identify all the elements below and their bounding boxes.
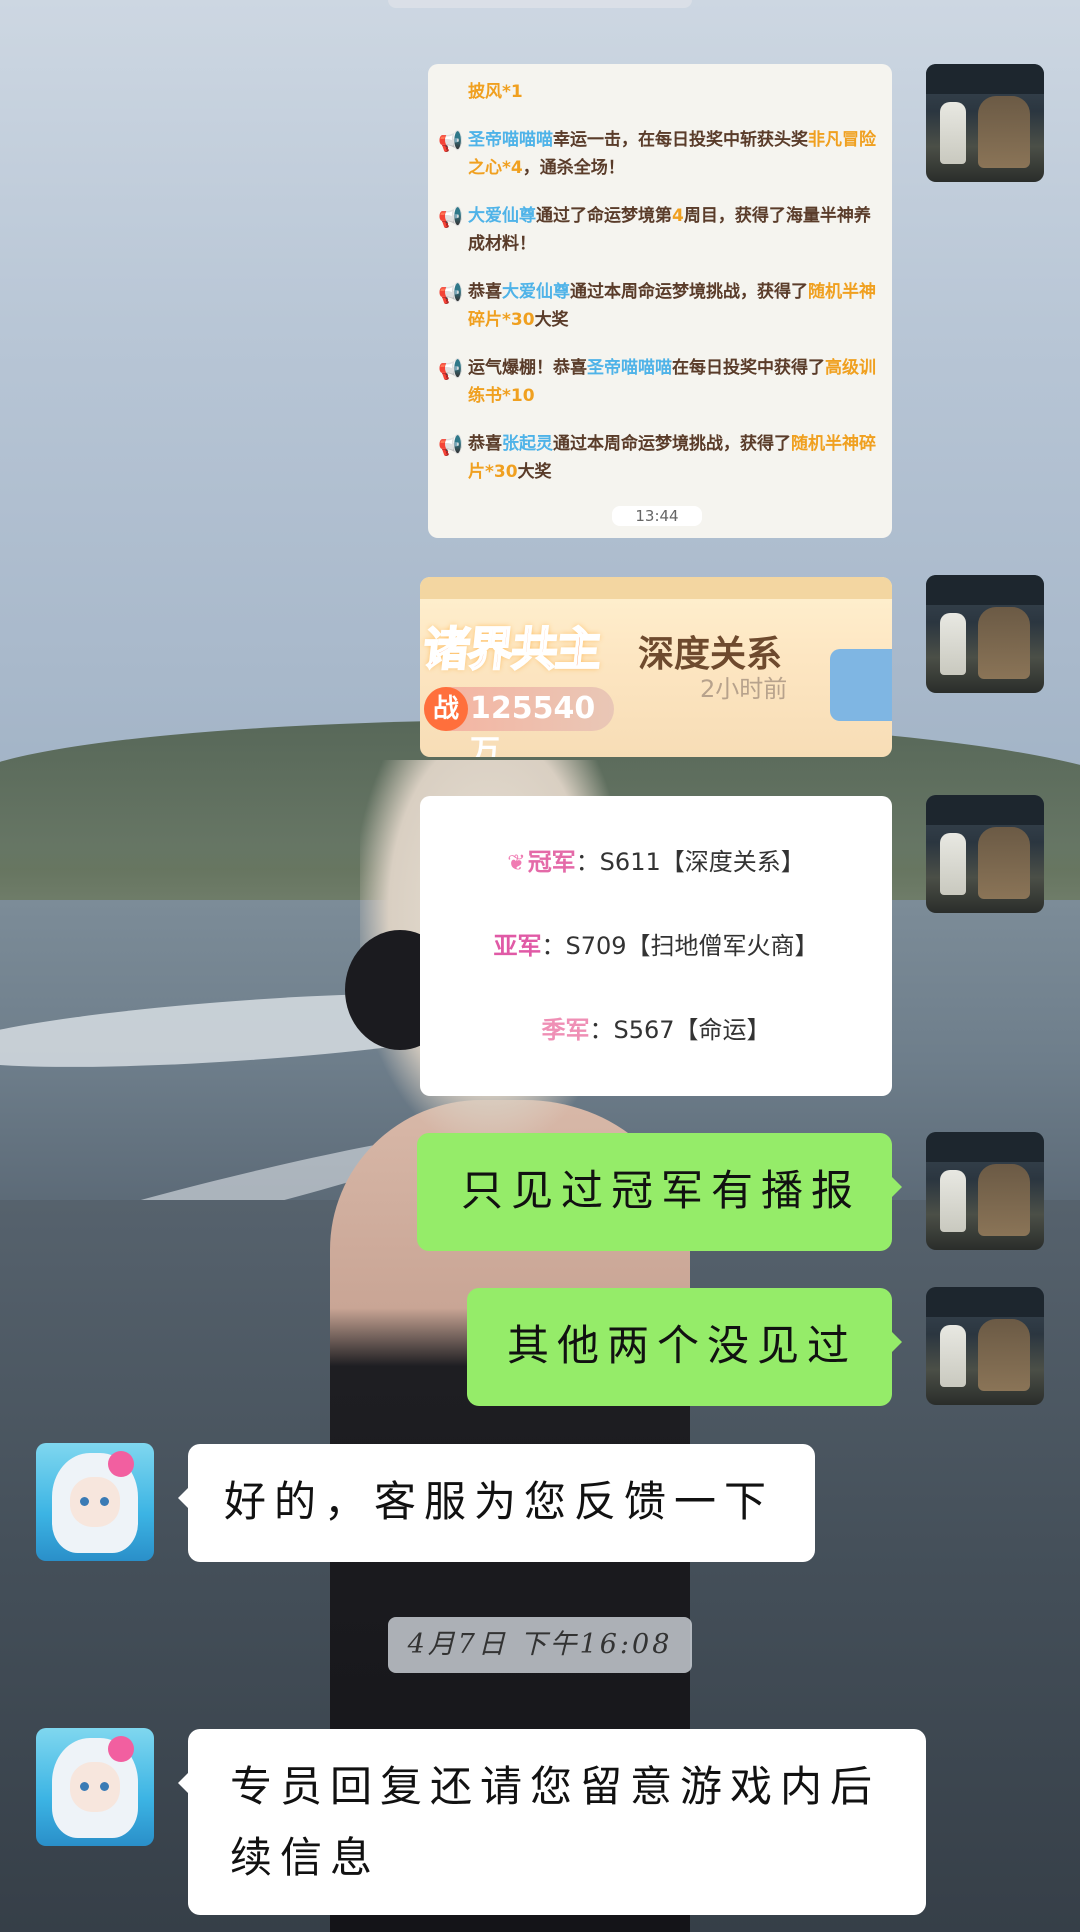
megaphone-icon: 📢 xyxy=(438,281,463,305)
rank-label: 亚军 xyxy=(493,932,542,960)
rank-label: 冠军 xyxy=(527,848,576,876)
broadcast-screenshot-image[interactable]: 披风*1 📢 圣帝喵喵喵幸运一击，在每日投奖中斩获头奖非凡冒险之心*4，通杀全场… xyxy=(428,64,892,538)
broadcast-text: 通过本周命运梦境挑战，获得了 xyxy=(553,434,791,454)
broadcast-text: ，通杀全场！ xyxy=(522,158,625,178)
message-text: 好的，客服为您反馈一下 xyxy=(224,1477,775,1526)
service-text-message[interactable]: 好的，客服为您反馈一下 xyxy=(178,1444,815,1562)
megaphone-icon: 📢 xyxy=(438,129,463,153)
broadcast-item: 📢 大爱仙尊通过了命运梦境第4周目，获得了海量半神养成材料！ xyxy=(438,202,876,258)
message-text-line-1: 专员回复还请您留意游戏内后 xyxy=(230,1762,881,1811)
player-name: 张起灵 xyxy=(502,434,553,454)
megaphone-icon: 📢 xyxy=(438,433,463,457)
broadcast-text: 大奖 xyxy=(534,310,569,330)
bubble-tail xyxy=(890,1175,914,1199)
broadcast-timestamp: 13:44 xyxy=(612,506,702,526)
message-text: 只见过冠军有播报 xyxy=(461,1166,862,1215)
broadcast-item: 📢 恭喜张起灵通过本周命运梦境挑战，获得了随机半神碎片*30大奖 xyxy=(438,430,876,486)
megaphone-icon: 📢 xyxy=(438,357,463,381)
my-avatar[interactable] xyxy=(926,64,1044,182)
megaphone-icon: 📢 xyxy=(438,205,463,229)
ranking-card-image[interactable]: ❦冠军：S611【深度关系】 亚军：S709【扫地僧军火商】 季军：S567【命… xyxy=(420,796,892,1096)
broadcast-text: 恭喜 xyxy=(468,434,502,454)
player-name: 大爱仙尊 xyxy=(502,282,570,302)
my-avatar[interactable] xyxy=(926,795,1044,913)
rank-value: ：S567【命运】 xyxy=(589,1016,771,1044)
player-name: 圣帝喵喵喵 xyxy=(468,130,553,150)
player-name: 圣帝喵喵喵 xyxy=(587,358,672,378)
game-logo: 诸界共主 xyxy=(420,621,604,677)
reward-text: 披风*1 xyxy=(468,82,523,102)
my-avatar[interactable] xyxy=(926,1287,1044,1405)
power-badge: 战 125540万 xyxy=(424,687,614,757)
broadcast-text: 大奖 xyxy=(517,462,552,482)
broadcast-text: 幸运一击，在每日投奖中斩获头奖 xyxy=(553,130,808,150)
reward-text: 4 xyxy=(672,206,684,226)
broadcast-text: 恭喜 xyxy=(468,282,502,302)
guild-banner-image[interactable]: 诸界共主 深度关系 2小时前 战 125540万 xyxy=(420,577,892,757)
broadcast-item: 📢 恭喜大爱仙尊通过本周命运梦境挑战，获得了随机半神碎片*30大奖 xyxy=(438,278,876,334)
my-avatar[interactable] xyxy=(926,1132,1044,1250)
banner-side-button xyxy=(830,649,892,721)
broadcast-text: 通过本周命运梦境挑战，获得了 xyxy=(570,282,808,302)
broadcast-item: 📢 运气爆棚！恭喜圣帝喵喵喵在每日投奖中获得了高级训练书*10 xyxy=(438,354,876,410)
bubble-tail xyxy=(890,1330,914,1354)
ranking-first-row: ❦冠军：S611【深度关系】 xyxy=(420,842,892,877)
player-name: 大爱仙尊 xyxy=(468,206,536,226)
customer-service-avatar[interactable] xyxy=(36,1443,154,1561)
relative-time: 2小时前 xyxy=(700,675,788,703)
rank-value: ：S709【扫地僧军火商】 xyxy=(541,932,819,960)
rank-label: 季军 xyxy=(541,1016,590,1044)
broadcast-item: 📢 圣帝喵喵喵幸运一击，在每日投奖中斩获头奖非凡冒险之心*4，通杀全场！ xyxy=(438,126,876,182)
broadcast-text: 通过了命运梦境第 xyxy=(536,206,672,226)
ranking-third-row: 季军：S567【命运】 xyxy=(420,1010,892,1045)
trophy-icon: ❦ xyxy=(507,851,526,876)
power-icon: 战 xyxy=(424,687,468,731)
broadcast-text: 在每日投奖中获得了 xyxy=(672,358,825,378)
broadcast-text: 运气爆棚！恭喜 xyxy=(468,358,587,378)
ranking-second-row: 亚军：S709【扫地僧军火商】 xyxy=(420,926,892,961)
rank-value: ：S611【深度关系】 xyxy=(575,848,805,876)
broadcast-item: 披风*1 xyxy=(438,78,876,106)
chat-timestamp: 4月7日 下午16:08 xyxy=(388,1617,692,1673)
my-text-message[interactable]: 只见过冠军有播报 xyxy=(417,1133,902,1251)
system-notice-pill xyxy=(388,0,692,8)
bubble-tail xyxy=(166,1771,190,1795)
service-text-message[interactable]: 专员回复还请您留意游戏内后 续信息 xyxy=(178,1729,926,1915)
bubble-tail xyxy=(166,1486,190,1510)
power-value: 125540万 xyxy=(470,691,596,757)
my-avatar[interactable] xyxy=(926,575,1044,693)
my-text-message[interactable]: 其他两个没见过 xyxy=(467,1288,902,1406)
cropped-broadcast-line xyxy=(438,64,876,78)
message-text: 其他两个没见过 xyxy=(507,1321,858,1370)
customer-service-avatar[interactable] xyxy=(36,1728,154,1846)
banner-top-strip xyxy=(420,577,892,599)
message-text-line-2: 续信息 xyxy=(230,1833,381,1883)
